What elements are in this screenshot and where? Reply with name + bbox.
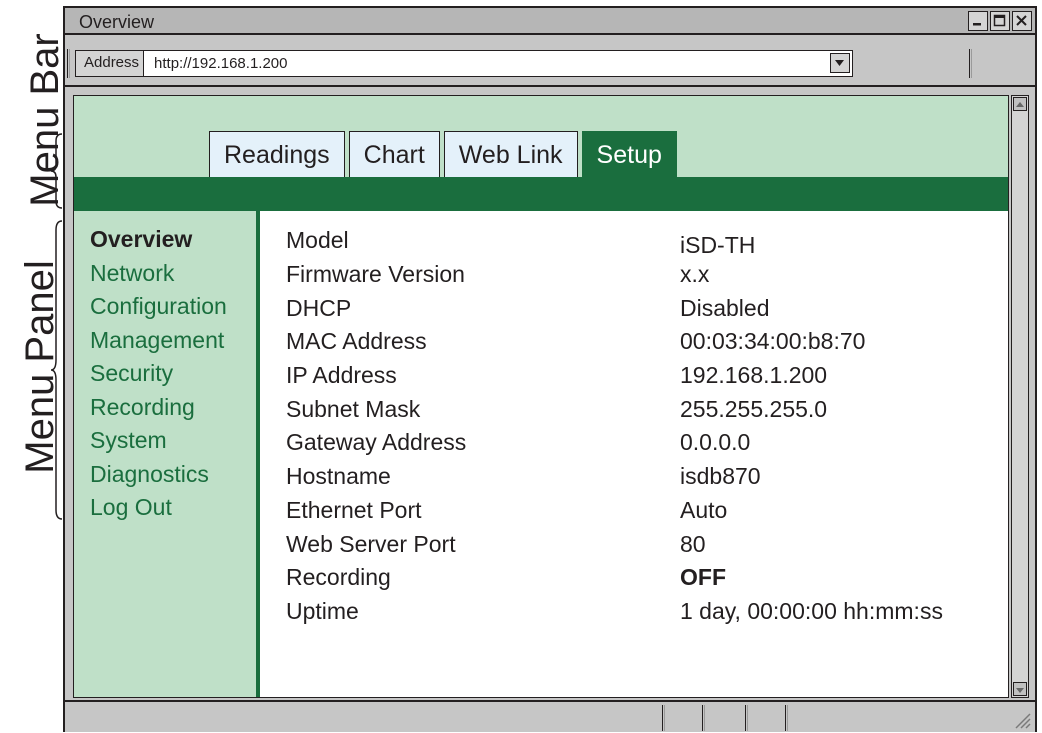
- close-icon[interactable]: [1012, 11, 1032, 31]
- tab-setup[interactable]: Setup: [581, 131, 677, 177]
- menu-panel-brace: [50, 220, 63, 520]
- status-divider: [662, 705, 665, 731]
- menu-list: Overview Network Configuration Managemen…: [74, 211, 256, 525]
- menu-item-diagnostics[interactable]: Diagnostics: [74, 458, 256, 492]
- address-dropdown-button[interactable]: [830, 53, 851, 73]
- status-divider: [745, 705, 748, 731]
- overview-row-subnet: Subnet Mask 255.255.255.0: [286, 392, 1006, 426]
- overview-row-dhcp: DHCP Disabled: [286, 291, 1006, 325]
- row-value: 00:03:34:00:b8:70: [680, 328, 866, 355]
- address-label: Address: [76, 51, 145, 76]
- toolbar-separator: [67, 49, 70, 78]
- menu-bar-brace: [50, 133, 63, 209]
- row-value: 0.0.0.0: [680, 429, 751, 456]
- row-key: Uptime: [286, 597, 359, 624]
- overview-row-uptime: Uptime 1 day, 00:00:00 hh:mm:ss: [286, 595, 1006, 629]
- row-key: Gateway Address: [286, 429, 467, 456]
- toolbar-separator: [969, 49, 972, 78]
- overview-row-hostname: Hostname isdb870: [286, 460, 1006, 494]
- row-value: x.x: [680, 261, 710, 288]
- menu-bar-underline: [74, 177, 1008, 211]
- row-key: MAC Address: [286, 328, 427, 355]
- page-viewport: Readings Chart Web Link Setup Overview N…: [73, 95, 1009, 698]
- window-controls: [968, 11, 1032, 31]
- row-key: IP Address: [286, 362, 397, 389]
- resize-grip-icon[interactable]: [1010, 708, 1032, 730]
- row-key: Ethernet Port: [286, 496, 422, 523]
- overview-row-gateway: Gateway Address 0.0.0.0: [286, 426, 1006, 460]
- address-group: Address: [75, 50, 854, 77]
- menu-item-network[interactable]: Network: [74, 257, 256, 291]
- menu-item-configuration[interactable]: Configuration: [74, 290, 256, 324]
- row-key: Web Server Port: [286, 530, 456, 557]
- title-bar: Overview: [65, 8, 1035, 35]
- status-divider: [702, 705, 705, 731]
- row-value: 1 day, 00:00:00 hh:mm:ss: [680, 597, 943, 624]
- row-value: Disabled: [680, 294, 770, 321]
- row-value: iSD-TH: [680, 232, 756, 259]
- row-value: Auto: [680, 496, 728, 523]
- menu-item-log-out[interactable]: Log Out: [74, 491, 256, 525]
- row-key: Recording: [286, 564, 391, 591]
- row-key: Hostname: [286, 463, 391, 490]
- overview-row-firmware: Firmware Version x.x: [286, 258, 1006, 292]
- address-toolbar: Address: [65, 37, 1035, 87]
- browser-window: Overview Address http://192.168.1.200 Re…: [63, 6, 1037, 732]
- overview-row-recording: Recording OFF: [286, 561, 1006, 595]
- menu-bar: Readings Chart Web Link Setup: [74, 96, 1008, 177]
- tab-web-link[interactable]: Web Link: [443, 131, 578, 177]
- maximize-icon[interactable]: [990, 11, 1010, 31]
- window-title: Overview: [79, 12, 155, 32]
- overview-row-model: Model iSD-TH: [286, 224, 1006, 258]
- row-key: DHCP: [286, 294, 352, 321]
- scroll-up-icon[interactable]: [1013, 97, 1027, 111]
- scroll-down-icon[interactable]: [1013, 682, 1027, 696]
- menu-item-management[interactable]: Management: [74, 324, 256, 358]
- row-key: Model: [286, 227, 349, 254]
- overview-row-webport: Web Server Port 80: [286, 527, 1006, 561]
- row-value: isdb870: [680, 463, 761, 490]
- vertical-scrollbar[interactable]: [1011, 95, 1029, 698]
- tab-readings[interactable]: Readings: [209, 131, 345, 177]
- menu-panel: Overview Network Configuration Managemen…: [74, 211, 260, 697]
- overview-row-mac: MAC Address 00:03:34:00:b8:70: [286, 325, 1006, 359]
- overview-table: Model iSD-TH Firmware Version x.x DHCP D…: [286, 224, 1006, 628]
- menu-item-security[interactable]: Security: [74, 357, 256, 391]
- overview-row-ip: IP Address 192.168.1.200: [286, 359, 1006, 393]
- row-value: 255.255.255.0: [680, 395, 828, 422]
- row-key: Subnet Mask: [286, 395, 421, 422]
- menu-item-overview[interactable]: Overview: [74, 223, 256, 257]
- recording-status: OFF: [680, 564, 726, 591]
- row-key: Firmware Version: [286, 261, 465, 288]
- tab-chart[interactable]: Chart: [348, 131, 440, 177]
- row-value: 192.168.1.200: [680, 362, 828, 389]
- status-divider: [785, 705, 788, 731]
- menu-item-recording[interactable]: Recording: [74, 391, 256, 425]
- status-bar: [65, 700, 1035, 732]
- overview-row-ethernet: Ethernet Port Auto: [286, 494, 1006, 528]
- address-field-wrapper: [144, 51, 853, 76]
- tab-strip: Readings Chart Web Link Setup: [209, 131, 681, 177]
- minimize-icon[interactable]: [968, 11, 988, 31]
- menu-item-system[interactable]: System: [74, 424, 256, 458]
- chevron-down-icon: [835, 60, 845, 66]
- address-input[interactable]: [144, 51, 853, 76]
- row-value: 80: [680, 530, 706, 557]
